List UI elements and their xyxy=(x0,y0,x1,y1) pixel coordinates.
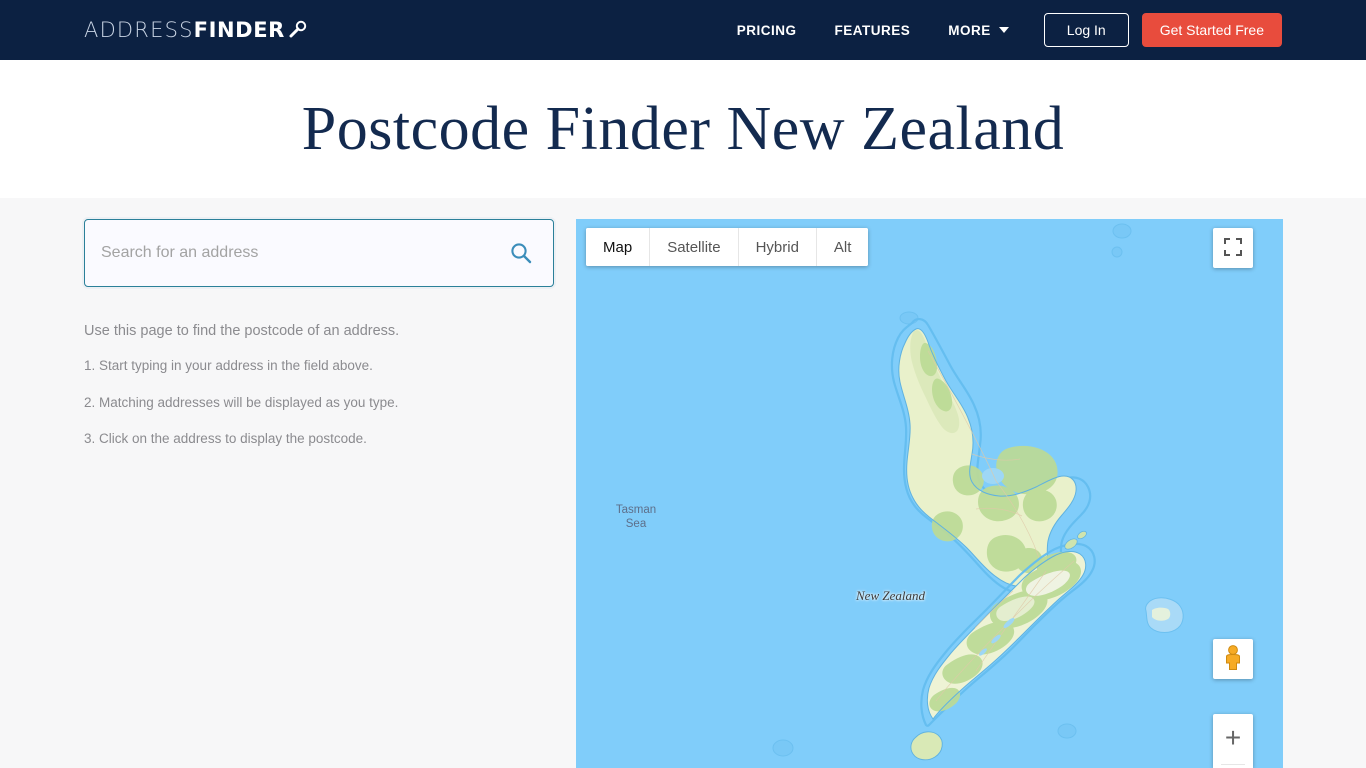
search-icon[interactable] xyxy=(509,241,533,265)
map-type-switcher: Map Satellite Hybrid Alt xyxy=(586,228,869,266)
logo[interactable]: ADDRESS FINDER xyxy=(84,15,308,45)
street-view-pegman-button[interactable] xyxy=(1213,639,1253,679)
map-type-alt[interactable]: Alt xyxy=(816,228,869,266)
instructions-intro: Use this page to find the postcode of an… xyxy=(84,323,400,339)
site-header: ADDRESS FINDER PRICING FEATURES MORE Log … xyxy=(0,0,1366,60)
logo-text-finder: FINDER xyxy=(193,18,285,42)
chevron-down-icon xyxy=(998,27,1009,33)
magnifier-key-icon xyxy=(286,19,308,41)
search-input[interactable] xyxy=(85,220,553,286)
content-section: Use this page to find the postcode of an… xyxy=(0,198,1366,768)
nav-item-more[interactable]: MORE xyxy=(929,12,1028,48)
instruction-step: 2. Matching addresses will be displayed … xyxy=(84,394,399,410)
instruction-step: 1. Start typing in your address in the f… xyxy=(84,358,373,374)
nav-label: FEATURES xyxy=(834,22,911,38)
instruction-steps: 1. Start typing in your address in the f… xyxy=(84,357,554,448)
nav-item-pricing[interactable]: PRICING xyxy=(718,12,816,48)
fullscreen-icon xyxy=(1223,237,1243,260)
page-title: Postcode Finder New Zealand xyxy=(301,94,1065,163)
logo-text-address: ADDRESS xyxy=(84,18,194,42)
login-button[interactable]: Log In xyxy=(1043,13,1129,47)
fullscreen-button[interactable] xyxy=(1213,228,1253,268)
map-canvas[interactable]: Tasman Sea New Zealand Map Satellite Hyb… xyxy=(576,219,1283,768)
address-search-box[interactable] xyxy=(84,219,554,287)
plus-icon: + xyxy=(1224,722,1242,753)
zoom-divider xyxy=(1221,764,1245,765)
zoom-in-button[interactable]: + xyxy=(1213,714,1253,768)
street-view-pegman-icon xyxy=(1221,644,1245,675)
instruction-step: 3. Click on the address to display the p… xyxy=(84,431,367,447)
get-started-free-button[interactable]: Get Started Free xyxy=(1141,13,1282,47)
main-navigation: PRICING FEATURES MORE Log In Get Started… xyxy=(718,12,1282,48)
nav-item-features[interactable]: FEATURES xyxy=(816,12,930,48)
map-type-hybrid[interactable]: Hybrid xyxy=(738,228,817,266)
left-column: Use this page to find the postcode of an… xyxy=(84,219,554,467)
map-type-map[interactable]: Map xyxy=(586,228,651,266)
map-type-satellite[interactable]: Satellite xyxy=(650,228,739,266)
map-terrain xyxy=(576,219,1283,768)
hero-section: Postcode Finder New Zealand xyxy=(0,60,1366,198)
nav-label: MORE xyxy=(948,22,991,38)
nav-label: PRICING xyxy=(736,22,797,38)
